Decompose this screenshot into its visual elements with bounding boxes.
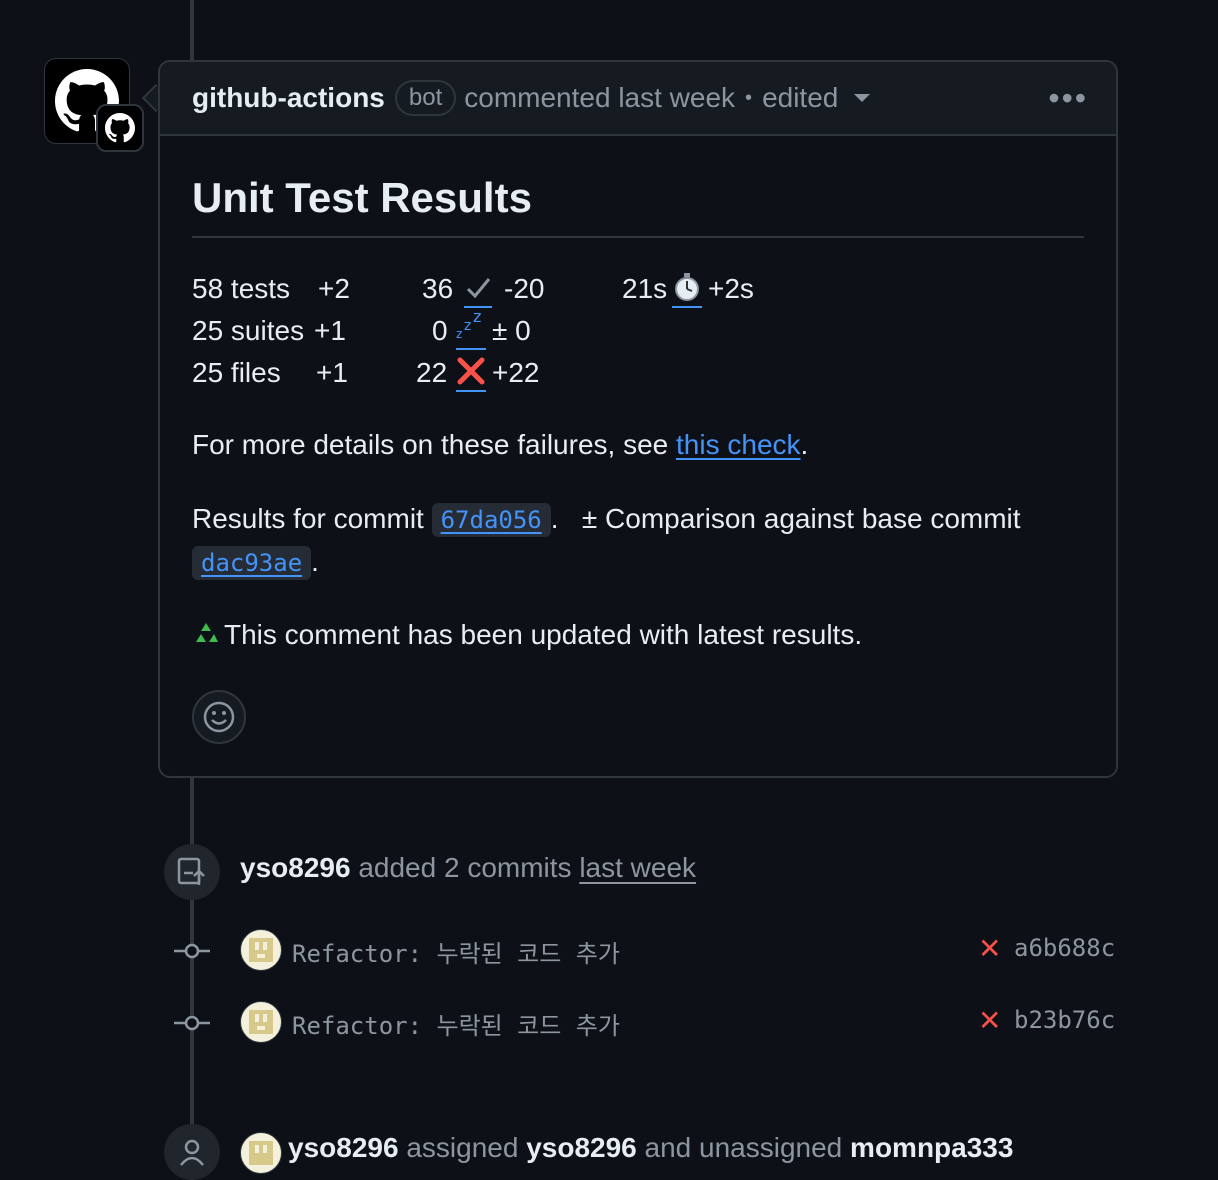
unassignee-link[interactable]: momnpa333 (850, 1132, 1013, 1163)
assign-user-link[interactable]: yso8296 (288, 1132, 399, 1163)
commits-event-text: yso8296 added 2 commits last week (240, 852, 696, 884)
check-icon[interactable] (464, 268, 492, 308)
commit-sha-link[interactable]: a6b688c (1014, 934, 1115, 962)
comment-body: Unit Test Results 58 tests +2 25 suites … (160, 174, 1116, 656)
commit-sha-link[interactable]: b23b76c (1014, 1006, 1115, 1034)
svg-text:z: z (456, 327, 462, 341)
results-mid: . ± Comparison against base commit (550, 503, 1021, 534)
zzz-icon[interactable]: zzz (456, 307, 486, 350)
skipped-delta: ± 0 (492, 315, 531, 346)
svg-text:z: z (473, 310, 481, 326)
commit-status-failed[interactable]: ✕ (978, 1004, 1001, 1037)
event-user-link[interactable]: yso8296 (240, 852, 351, 883)
updated-note: This comment has been updated with lates… (224, 619, 863, 650)
commit-node-icon (174, 1015, 210, 1031)
details-paragraph: For more details on these failures, see … (192, 424, 1084, 466)
details-prefix: For more details on these failures, see (192, 429, 677, 460)
person-icon (164, 1124, 220, 1180)
results-suffix: . (311, 546, 319, 577)
duration: 21s (622, 273, 668, 304)
details-suffix: . (800, 429, 809, 460)
push-icon (164, 844, 220, 900)
bot-badge: bot (394, 80, 457, 116)
files-count: 25 files (192, 357, 281, 388)
this-check-link[interactable]: this check (676, 429, 801, 460)
avatar[interactable] (240, 929, 282, 971)
cross-icon[interactable] (456, 352, 486, 392)
skipped-count: 0 (432, 315, 448, 346)
commit-message-link[interactable]: Refactor: 누락된 코드 추가 (292, 1006, 620, 1041)
meta-separator: • (745, 86, 753, 109)
timeline-line-bottom (190, 774, 194, 1162)
files-delta: +1 (316, 357, 348, 388)
avatar[interactable] (240, 1001, 282, 1043)
assignee-link[interactable]: yso8296 (526, 1132, 637, 1163)
passed-delta: -20 (504, 273, 545, 304)
unassign-action: and unassigned (644, 1132, 843, 1163)
event-action: added 2 commits (358, 852, 572, 883)
timeline-line-top (190, 0, 194, 60)
author-link[interactable]: github-actions (192, 82, 385, 114)
assign-event-text: yso8296 assigned yso8296 and unassigned … (288, 1132, 1013, 1164)
assign-action: assigned (406, 1132, 519, 1163)
stats-table: 58 tests +2 25 suites +1 25 files +1 36 … (192, 268, 1084, 394)
recycle-icon (196, 623, 218, 642)
chevron-down-icon[interactable] (854, 94, 871, 102)
smiley-icon (203, 701, 235, 733)
svg-text:z: z (464, 318, 471, 334)
github-logo-icon (105, 113, 135, 143)
duration-delta: +2s (708, 273, 754, 304)
results-paragraph: Results for commit 67da056. ± Comparison… (192, 498, 1084, 584)
suites-delta: +1 (314, 315, 346, 346)
results-title: Unit Test Results (192, 174, 1084, 238)
passed-count: 36 (422, 273, 454, 304)
suites-count: 25 suites (192, 315, 305, 346)
avatar[interactable] (240, 1132, 282, 1174)
commit-link[interactable]: 67da056 (431, 503, 551, 537)
failed-count: 22 (416, 357, 448, 388)
add-reaction-button[interactable] (192, 690, 246, 744)
tests-delta: +2 (318, 273, 350, 304)
edited-dropdown[interactable]: edited (762, 82, 838, 114)
base-commit-link[interactable]: dac93ae (192, 546, 312, 580)
comment-header: github-actions bot commented last week •… (160, 62, 1116, 136)
comment-timestamp[interactable]: commented last week (464, 82, 735, 114)
kebab-icon[interactable]: ••• (1048, 80, 1088, 117)
commit-status-failed[interactable]: ✕ (978, 932, 1001, 965)
updated-paragraph: This comment has been updated with lates… (192, 614, 1084, 656)
failed-delta: +22 (492, 357, 540, 388)
tests-count: 58 tests (192, 273, 291, 304)
commit-node-icon (174, 943, 210, 959)
comment-box: github-actions bot commented last week •… (158, 60, 1118, 778)
github-actions-badge (96, 104, 144, 152)
event-time-link[interactable]: last week (579, 852, 696, 883)
stopwatch-icon[interactable] (672, 268, 702, 308)
commit-message-link[interactable]: Refactor: 누락된 코드 추가 (292, 934, 620, 969)
results-prefix: Results for commit (192, 503, 432, 534)
